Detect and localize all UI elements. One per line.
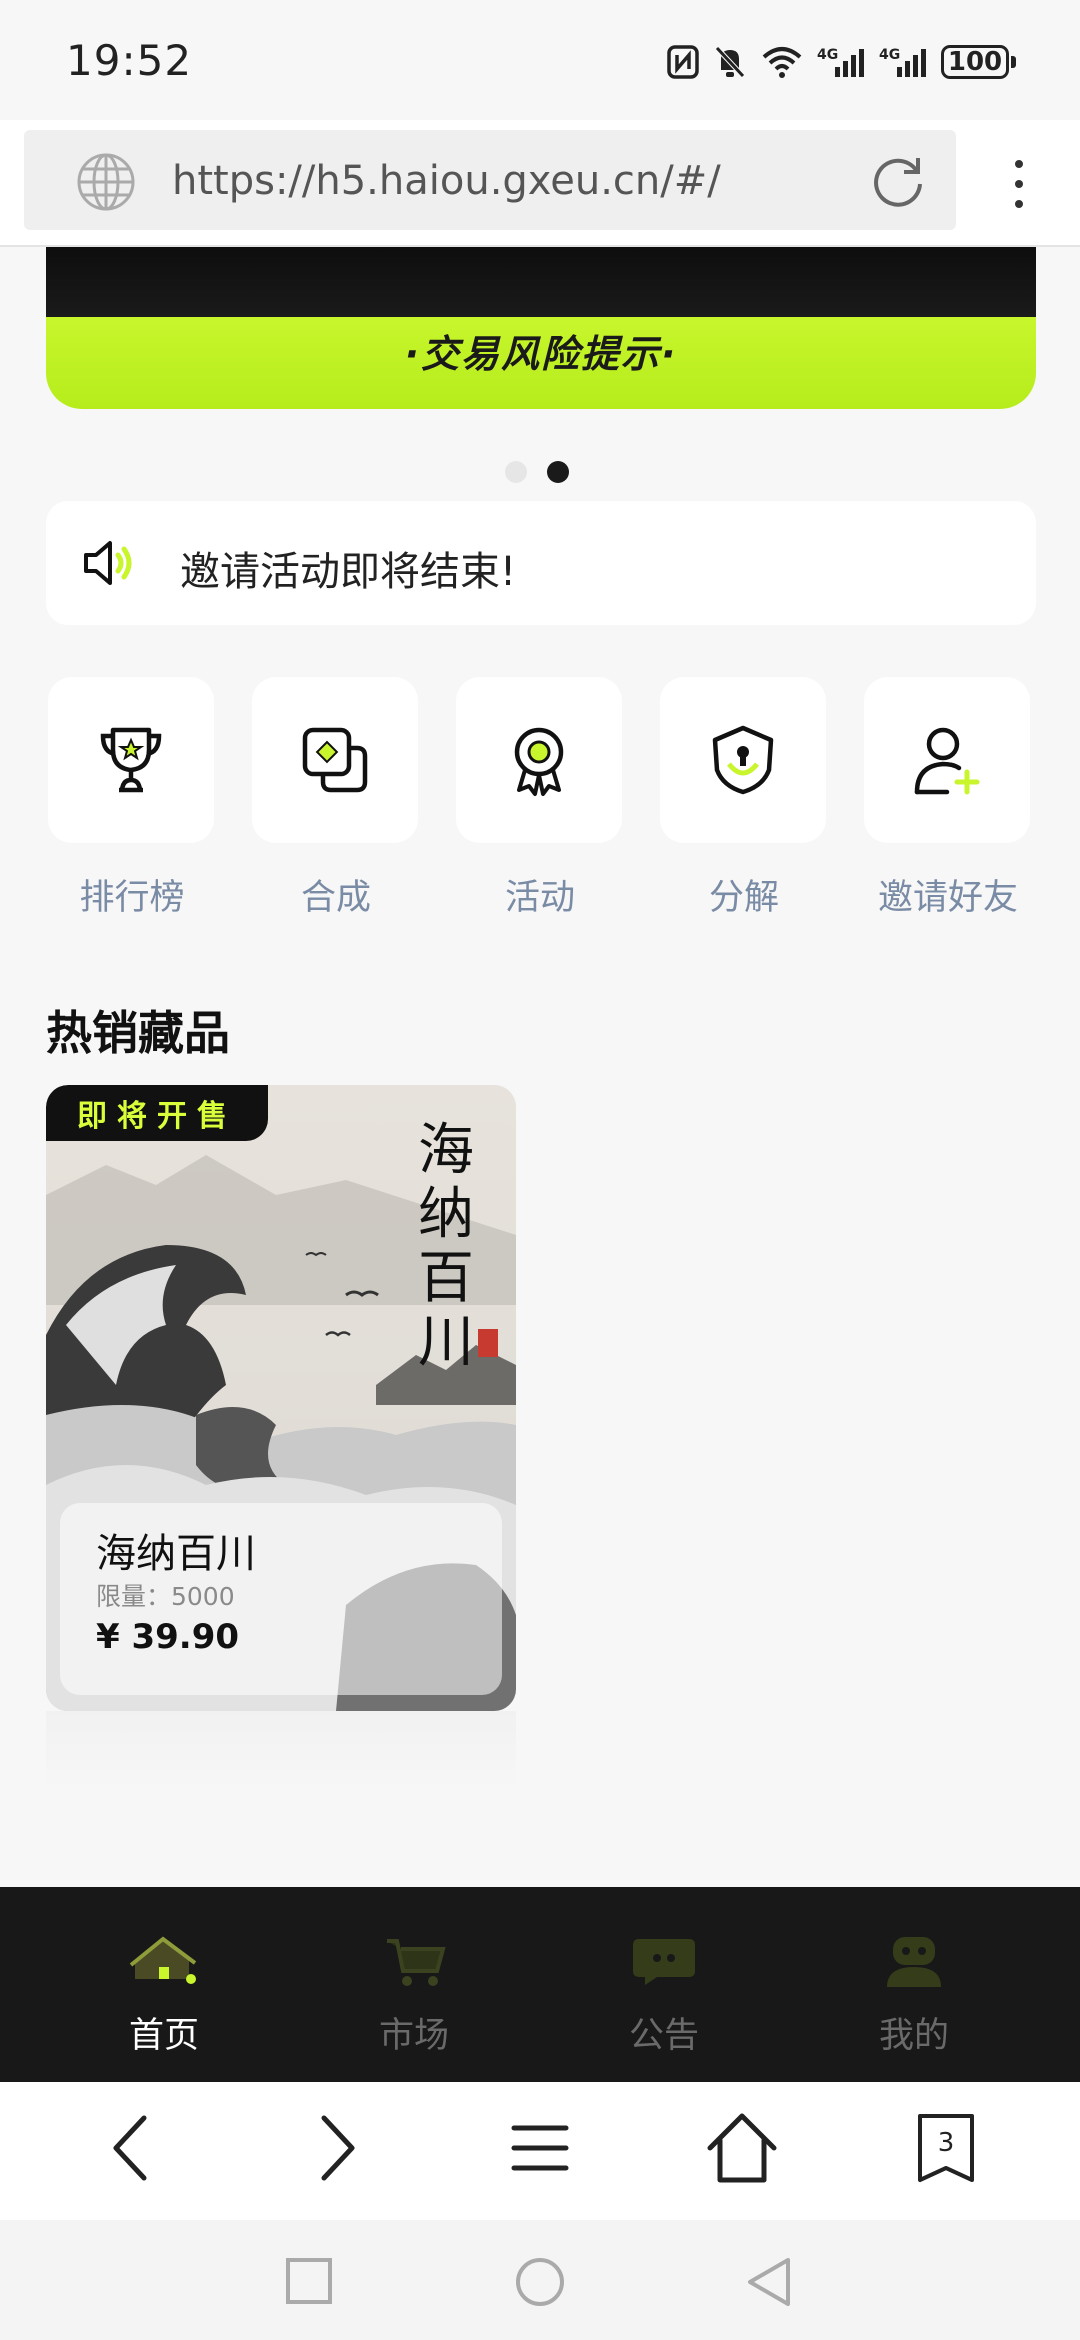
tab-home[interactable]: 首页 — [84, 1933, 244, 2058]
recents-icon[interactable] — [284, 2256, 334, 2306]
signal-4g-icon-2: 4G — [879, 47, 926, 77]
card-info: 海纳百川 限量：5000 ¥ 39.90 — [60, 1503, 502, 1695]
carousel-dots — [505, 461, 569, 483]
status-time: 19:52 — [66, 36, 193, 85]
merge-icon — [302, 727, 368, 793]
quick-action-events[interactable]: 活动 — [456, 677, 624, 920]
home-nav-icon[interactable] — [514, 2256, 566, 2308]
battery-level: 100 — [941, 45, 1009, 79]
quick-action-label: 合成 — [300, 878, 371, 918]
section-title-hot: 热销藏品 — [46, 1006, 230, 1060]
battery-icon: 100 — [941, 45, 1016, 79]
quick-action-leaderboard[interactable]: 排行榜 — [48, 677, 216, 920]
browser-url-bar: https://h5.haiou.gxeu.cn/#/ — [0, 120, 1080, 247]
tab-label: 公告 — [628, 2016, 699, 2056]
shield-icon — [712, 725, 774, 795]
carousel-dot[interactable] — [505, 461, 527, 483]
tab-announcements[interactable]: 公告 — [584, 1933, 744, 2058]
speaker-icon — [84, 541, 132, 585]
home-browser-icon[interactable] — [704, 2108, 780, 2188]
tab-count: 3 — [937, 2128, 955, 2158]
banner[interactable]: ·交易风险提示· — [46, 247, 1036, 409]
url-text: https://h5.haiou.gxeu.cn/#/ — [172, 158, 721, 204]
notice-text: 邀请活动即将结束! — [180, 549, 517, 595]
more-menu-icon[interactable] — [1004, 160, 1034, 220]
url-field[interactable]: https://h5.haiou.gxeu.cn/#/ — [24, 130, 956, 230]
tab-mine[interactable]: 我的 — [834, 1933, 994, 2058]
main-content: ·交易风险提示· 邀请活动即将结束! 排行榜 合成 活动 分解 邀请好友 热销藏… — [0, 247, 1080, 1887]
svg-text:百: 百 — [418, 1246, 474, 1311]
reload-icon[interactable] — [870, 152, 926, 208]
trophy-icon — [100, 727, 162, 793]
quick-action-decompose[interactable]: 分解 — [660, 677, 828, 920]
wifi-icon — [762, 47, 802, 78]
quick-action-label: 邀请好友 — [877, 878, 1018, 918]
bottom-tab-bar: 首页 市场 公告 我的 — [0, 1887, 1080, 2082]
card-limit: 限量：5000 — [96, 1582, 235, 1611]
svg-text:纳: 纳 — [418, 1182, 474, 1247]
banner-image-bottom — [46, 247, 1036, 317]
presale-badge: 即将开售 — [46, 1085, 268, 1141]
system-nav-bar — [0, 2220, 1080, 2340]
chat-icon — [633, 1939, 695, 1985]
quick-action-label: 活动 — [504, 878, 575, 918]
status-bar: 19:52 4G 4G 100 — [0, 0, 1080, 120]
card-footer — [46, 1711, 516, 1791]
status-icons: 4G 4G 100 — [667, 40, 1016, 84]
quick-action-label: 分解 — [708, 878, 779, 918]
medal-icon — [514, 727, 564, 796]
back-nav-icon[interactable] — [744, 2256, 794, 2308]
user-icon — [887, 1937, 941, 1987]
home-icon — [129, 1936, 197, 1984]
quick-action-invite[interactable]: 邀请好友 — [864, 677, 1032, 920]
tabs-button[interactable]: 3 — [916, 2112, 976, 2184]
card-price: ¥ 39.90 — [96, 1617, 240, 1657]
nfc-icon — [667, 45, 699, 79]
card-title: 海纳百川 — [96, 1531, 256, 1577]
tab-market[interactable]: 市场 — [334, 1933, 494, 2058]
globe-icon — [77, 153, 135, 211]
add-user-icon — [914, 727, 980, 795]
svg-text:4G: 4G — [817, 47, 838, 63]
svg-text:海: 海 — [418, 1118, 474, 1183]
mute-bell-icon — [715, 46, 745, 78]
back-icon[interactable] — [106, 2108, 156, 2188]
quick-action-label: 排行榜 — [79, 878, 185, 918]
forward-icon[interactable] — [312, 2108, 362, 2188]
notice-bar[interactable]: 邀请活动即将结束! — [46, 501, 1036, 625]
signal-4g-icon: 4G — [817, 47, 864, 77]
svg-text:川: 川 — [418, 1310, 474, 1375]
quick-action-merge[interactable]: 合成 — [252, 677, 420, 920]
carousel-dot-active[interactable] — [547, 461, 569, 483]
svg-text:4G: 4G — [879, 47, 900, 63]
menu-icon[interactable] — [508, 2108, 572, 2188]
tab-label: 我的 — [878, 2016, 949, 2056]
collectible-card[interactable]: 海 纳 百 川 即将开售 海纳百川 限量：5000 ¥ 39.90 — [46, 1085, 516, 1711]
cart-icon — [387, 1939, 446, 1986]
tab-label: 市场 — [378, 2016, 449, 2056]
browser-bottom-nav: 3 — [0, 2082, 1080, 2220]
banner-text: ·交易风险提示· — [404, 332, 678, 376]
tab-label: 首页 — [128, 2016, 199, 2056]
